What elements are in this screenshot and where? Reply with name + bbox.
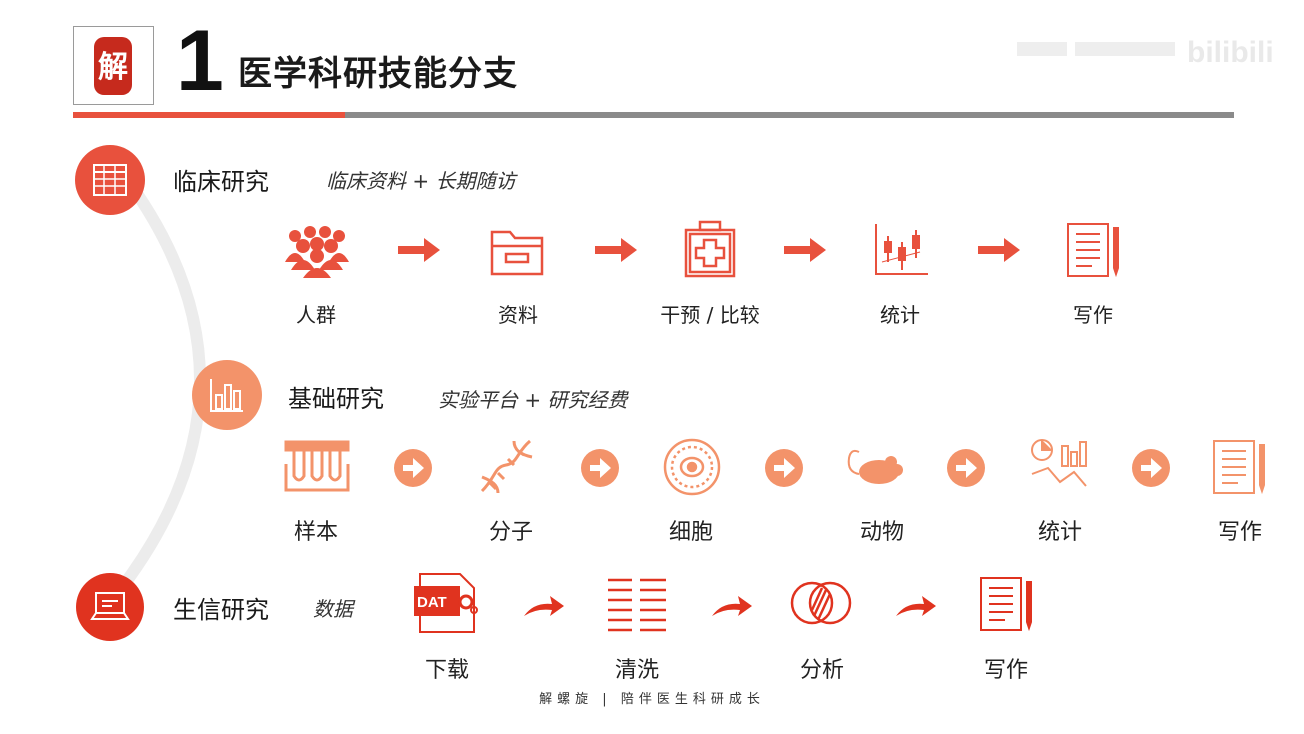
folder-icon <box>490 230 544 276</box>
curved-arrow-icon <box>524 596 564 616</box>
bar-chart-icon <box>210 379 243 412</box>
step-label-data: 资料 <box>498 303 538 327</box>
step-label-clean: 清洗 <box>614 658 659 683</box>
logo: 解 <box>73 26 154 105</box>
seal-logo-icon: 解 <box>94 37 132 95</box>
step-label-analysis: 分析 <box>799 658 844 683</box>
title-underline <box>345 112 1234 118</box>
medical-kit-icon <box>684 220 736 278</box>
document-icon <box>1213 440 1265 495</box>
basic-research-subtitle: 实验平台 + 研究经费 <box>438 388 628 412</box>
table-icon <box>93 164 127 196</box>
bioinformatics-subtitle: 数据 <box>313 597 353 621</box>
arrow-right-icon <box>784 238 826 262</box>
bilibili-watermark: bilibili <box>1015 30 1285 70</box>
arrow-right-icon <box>978 238 1020 262</box>
step-label-molecule: 分子 <box>488 520 533 545</box>
curved-arrow-icon <box>712 596 752 616</box>
clinical-research-badge <box>75 145 145 215</box>
step-label-download: 下载 <box>424 658 469 683</box>
document-icon <box>980 577 1032 632</box>
step-label-sample: 样本 <box>293 520 338 545</box>
data-file-icon: DAT <box>414 572 480 634</box>
step-label-writing-bio: 写作 <box>983 658 1028 683</box>
lines-icon <box>608 578 666 632</box>
step-label-animal: 动物 <box>859 520 904 545</box>
basic-research-badge <box>192 360 262 430</box>
step-label-statistics-basic: 统计 <box>1037 520 1082 545</box>
curved-arrow-icon <box>896 596 936 616</box>
dna-icon <box>480 439 533 494</box>
arrow-circle-icon <box>765 449 803 487</box>
document-icon <box>1067 223 1119 278</box>
step-label-writing: 写作 <box>1073 303 1113 327</box>
bioinformatics-title: 生信研究 <box>173 596 269 624</box>
svg-text:解: 解 <box>98 50 128 85</box>
section-number: 1 <box>176 13 224 109</box>
step-label-cell: 细胞 <box>668 520 713 545</box>
bioinformatics-badge <box>76 573 144 641</box>
title-underline-accent <box>73 112 345 118</box>
step-label-intervention: 干预 / 比较 <box>660 303 760 327</box>
step-label-writing-basic: 写作 <box>1217 520 1262 545</box>
data-file-label: DAT <box>417 594 447 611</box>
footer-slogan: 解螺旋 | 陪伴医生科研成长 <box>539 692 765 707</box>
clinical-research-title: 临床研究 <box>173 168 269 196</box>
step-label-statistics: 统计 <box>880 303 920 327</box>
basic-research-title: 基础研究 <box>288 385 384 413</box>
mouse-icon <box>847 449 903 484</box>
svg-text:bilibili: bilibili <box>1187 36 1274 69</box>
arrow-right-icon <box>595 238 637 262</box>
arrow-circle-icon <box>581 449 619 487</box>
test-tubes-icon <box>284 440 350 492</box>
clinical-research-subtitle: 临床资料 + 长期随访 <box>326 169 516 193</box>
cell-icon <box>663 438 721 496</box>
stats-icon <box>1031 439 1087 487</box>
crowd-icon <box>285 226 349 278</box>
arrow-circle-icon <box>1132 449 1170 487</box>
step-label-population: 人群 <box>296 303 336 327</box>
arrow-circle-icon <box>947 449 985 487</box>
venn-icon <box>790 581 852 625</box>
arrow-right-icon <box>398 238 440 262</box>
page-title: 医学科研技能分支 <box>238 54 518 94</box>
laptop-icon <box>90 592 130 620</box>
arrow-circle-icon <box>394 449 432 487</box>
candlestick-chart-icon <box>875 224 928 275</box>
